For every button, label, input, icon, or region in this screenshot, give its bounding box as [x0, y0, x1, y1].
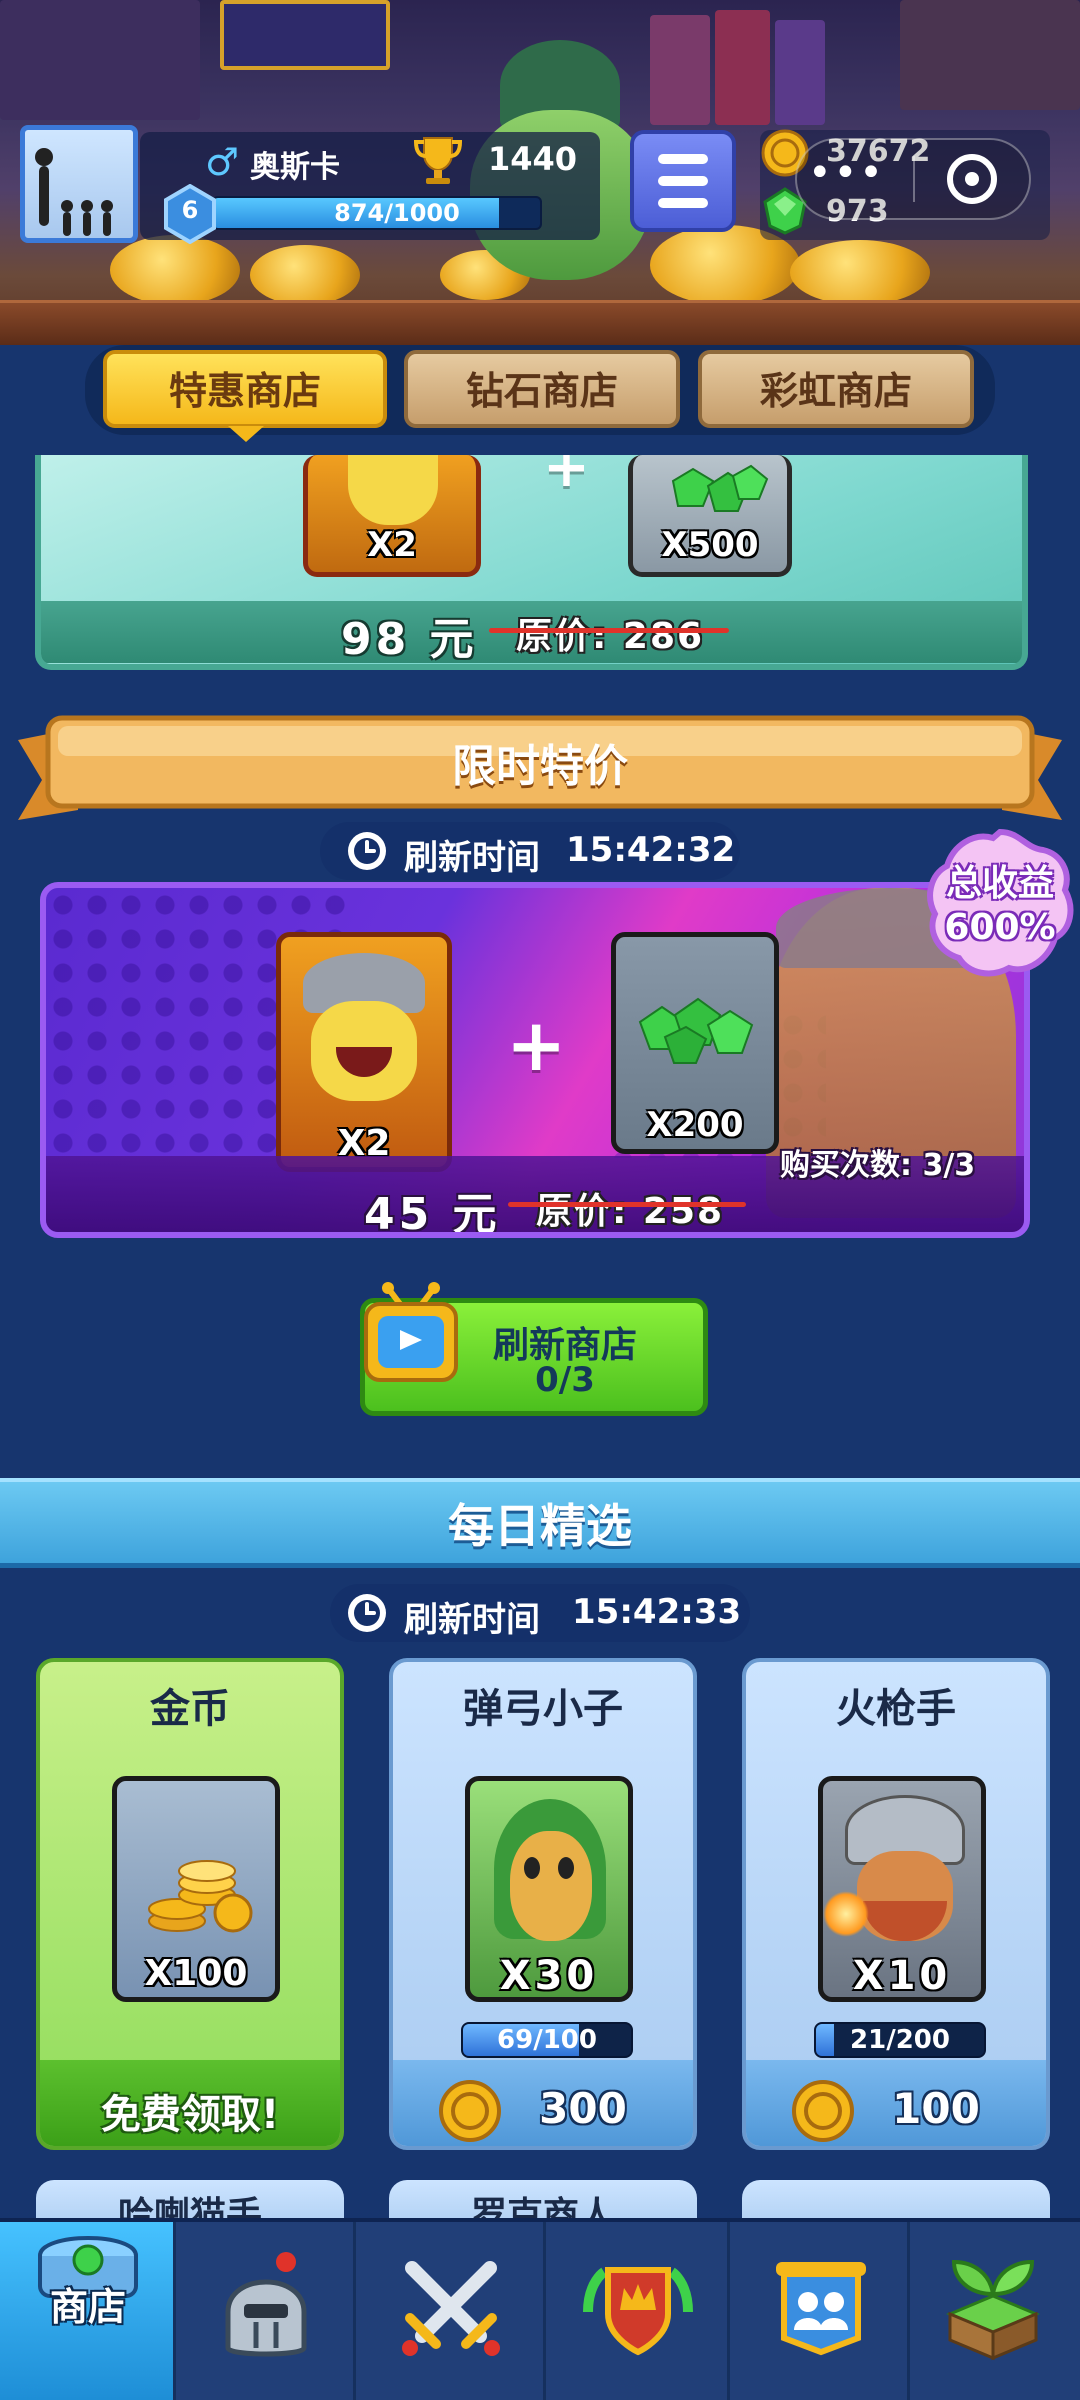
nav-heroes[interactable] [176, 2222, 356, 2400]
capsule-close-dot-icon [965, 172, 979, 186]
limited-refresh-time: 15:42:32 [566, 830, 736, 870]
capsule-more-button[interactable]: ••• [808, 153, 885, 193]
product-image-frame: X30 [465, 1776, 633, 2002]
product-card-coins[interactable]: 金币 X100 免费领取! [36, 1658, 344, 2150]
hero-card-frame: X2 [303, 455, 481, 577]
nav-arena[interactable] [546, 2222, 730, 2400]
product-quantity: X10 [852, 1953, 952, 1999]
clock-icon [348, 1594, 386, 1632]
tab-special-shop[interactable]: 特惠商店 [103, 350, 387, 428]
player-name: 奥斯卡 [250, 150, 340, 185]
plus-icon: + [506, 1003, 567, 1087]
male-gender-icon: ♂ [205, 140, 240, 184]
profit-percent: 600% [944, 907, 1056, 948]
hero-card-frame: X2 [276, 932, 452, 1172]
product-name: 弹弓小子 [463, 1686, 623, 1732]
daily-picks-title: 每日精选 [448, 1499, 632, 1553]
limited-offer-title: 限时特价 [452, 741, 628, 792]
nav-battle[interactable] [356, 2222, 546, 2400]
limited-offer-price: 45 元 [364, 1189, 501, 1238]
card-progress-text: 69/100 [497, 2025, 597, 2055]
limited-offer-card[interactable]: X2 + X200 45 元 原价: 258 [40, 882, 1030, 1238]
product-name: 火枪手 [836, 1686, 956, 1732]
nav-shop-label: 商店 [49, 2285, 126, 2329]
player-avatar[interactable] [20, 125, 138, 243]
gem-card-frame: X200 [611, 932, 779, 1154]
gem-pile-icon [671, 464, 769, 512]
gem-quantity: X200 [646, 1105, 744, 1145]
xp-progress-text: 874/1000 [334, 199, 460, 227]
nav-guild[interactable] [730, 2222, 910, 2400]
trophy-count: 1440 [488, 140, 578, 178]
card-progress-text: 21/200 [850, 2025, 950, 2055]
hero-quantity: X2 [367, 525, 417, 565]
profit-badge-text: 总收益 600% [920, 862, 1080, 950]
profit-label: 总收益 [945, 863, 1054, 904]
gem-card-frame: X500 [628, 455, 792, 577]
gold-coin-icon [792, 2080, 854, 2142]
menu-line [658, 198, 708, 208]
slingshot-kid-face-icon [510, 1831, 592, 1941]
guild-banner-icon [776, 2262, 866, 2356]
gem-pile-icon [638, 997, 754, 1064]
limited-offer-original-price: 原价: 258 [536, 1191, 725, 1232]
menu-line [658, 176, 708, 186]
active-tab-pointer [228, 426, 264, 442]
product-quantity: X30 [499, 1953, 599, 1999]
capsule-divider [913, 156, 915, 202]
product-image-frame: X10 [818, 1776, 986, 2002]
free-claim-label: 免费领取! [100, 2092, 280, 2138]
sprout-block-icon [946, 2259, 1040, 2361]
plus-icon: + [543, 455, 590, 500]
strikethrough-line [508, 1202, 746, 1207]
knight-helmet-icon [225, 2252, 307, 2357]
offer-1-price: 98 元 [341, 614, 478, 665]
hero-face-icon [348, 455, 438, 525]
strikethrough-line [489, 628, 729, 633]
refresh-shop-count: 0/3 [535, 1360, 595, 1400]
product-image-frame: X100 [112, 1776, 280, 2002]
nav-garden[interactable] [910, 2222, 1080, 2400]
trophy-icon [413, 137, 463, 184]
daily-refresh-time: 15:42:33 [572, 1592, 742, 1632]
coin-stack-icon [148, 1860, 253, 1933]
product-name: 金币 [150, 1686, 230, 1732]
product-card-slingshot-kid[interactable]: 弹弓小子 X30 69/100 300 [389, 1658, 697, 2150]
menu-line [658, 154, 708, 164]
offer-1-original-price: 原价: 286 [516, 616, 705, 657]
clock-icon [348, 832, 386, 870]
gem-quantity: X500 [661, 525, 759, 565]
purchase-count: 购买次数: 3/3 [780, 1148, 976, 1183]
product-quantity: X100 [144, 1953, 248, 1994]
offer-card-1[interactable]: X2 + X500 98 元 原价: 286 [35, 455, 1028, 670]
gold-coin-icon [439, 2080, 501, 2142]
limited-refresh-label: 刷新时间 [404, 838, 540, 878]
tab-rainbow-shop[interactable]: 彩虹商店 [698, 350, 974, 428]
player-level: 6 [181, 196, 199, 224]
crown-shield-icon [583, 2267, 693, 2356]
daily-refresh-label: 刷新时间 [404, 1600, 540, 1640]
crossed-swords-icon [402, 2261, 500, 2356]
main-menu-button[interactable] [630, 130, 736, 232]
header-shelf-ledge [0, 300, 1080, 345]
product-card-musketeer[interactable]: 火枪手 X10 21/200 100 [742, 1658, 1050, 2150]
tab-diamond-shop[interactable]: 钻石商店 [404, 350, 680, 428]
product-cost: 300 [539, 2084, 627, 2133]
product-cost: 100 [892, 2084, 980, 2133]
muzzle-flash-icon [823, 1891, 869, 1937]
